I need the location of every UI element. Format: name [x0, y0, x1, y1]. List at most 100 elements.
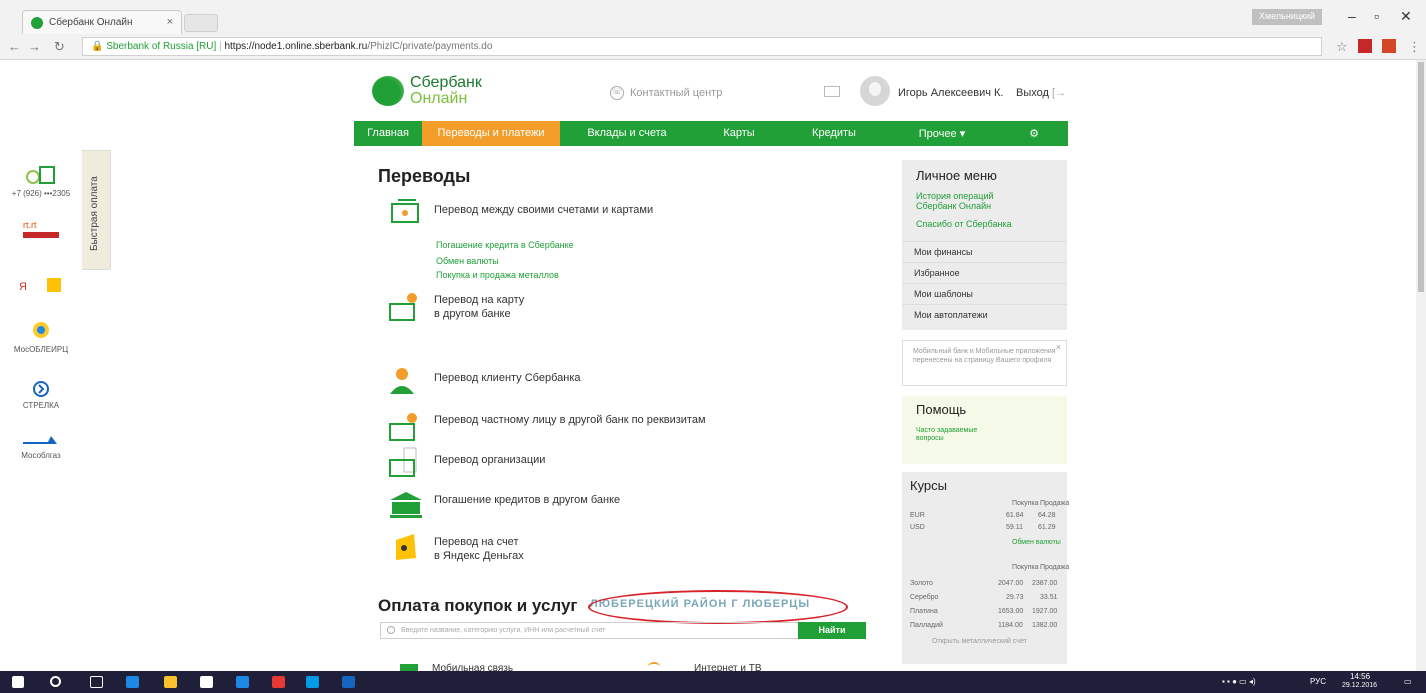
- card-other-bank-label-1: Перевод на карту: [434, 294, 525, 306]
- language-indicator[interactable]: РУС: [1310, 677, 1326, 686]
- metal-account-link[interactable]: Открыть металлический счет: [932, 638, 1027, 645]
- rates-col-buy: Покупка: [1012, 500, 1039, 507]
- notice-text: Мобильный банк и Мобильные приложения пе…: [913, 348, 1056, 364]
- quick-pay-strelka[interactable]: СТРЕЛКА: [0, 380, 82, 410]
- reload-icon[interactable]: ↻: [54, 39, 65, 55]
- metal-palladium-name: Палладий: [910, 622, 943, 629]
- contact-center-link[interactable]: ☏ Контактный центр: [610, 86, 722, 100]
- browser-tab[interactable]: Сбербанк Онлайн ×: [22, 10, 182, 34]
- notice-close-icon[interactable]: ×: [1056, 343, 1061, 352]
- scrollbar-thumb[interactable]: [1418, 62, 1424, 292]
- metal-silver-name: Серебро: [910, 594, 939, 601]
- menu-templates[interactable]: Мои шаблоны: [902, 283, 1067, 304]
- username[interactable]: Игорь Алексеевич К.: [898, 87, 1003, 99]
- url-input[interactable]: 🔒 Sberbank of Russia [RU] | https://node…: [82, 37, 1322, 56]
- tray-icons[interactable]: ▪ ▪ ● ▭ ◂): [1222, 677, 1256, 686]
- phone-icon: [26, 166, 55, 184]
- nav-deposits[interactable]: Вклады и счета: [560, 121, 694, 146]
- metal-silver-buy: 29.73: [1006, 594, 1024, 601]
- category-internet-tv[interactable]: Интернет и ТВ: [694, 663, 762, 671]
- extension-icon[interactable]: [1358, 39, 1372, 53]
- forward-icon[interactable]: →: [28, 39, 41, 54]
- minimize-icon[interactable]: –: [1348, 8, 1356, 24]
- quick-pay-rostelecom[interactable]: rt.rt: [0, 218, 82, 245]
- clock-time[interactable]: 14:56: [1350, 672, 1370, 681]
- sublink-metals[interactable]: Покупка и продажа металлов: [436, 270, 559, 280]
- transfers-title: Переводы: [378, 166, 471, 186]
- organization-icon: [389, 447, 417, 477]
- personal-menu-title: Личное меню: [916, 168, 997, 183]
- nav-credits[interactable]: Кредиты: [784, 121, 884, 146]
- quick-pay-phone-label: +7 (926) •••2305: [11, 189, 71, 198]
- skype-icon[interactable]: [306, 676, 319, 688]
- metal-palladium-sell: 1382.00: [1032, 622, 1058, 629]
- rates-title: Курсы: [910, 478, 948, 493]
- word-icon[interactable]: [342, 676, 355, 688]
- clock-date[interactable]: 29.12.2016: [1342, 682, 1377, 689]
- quick-pay-mosoblgaz[interactable]: Мособлгаз: [0, 432, 82, 460]
- search-button[interactable]: Найти: [798, 622, 866, 639]
- thanks-link[interactable]: Спасибо от Сбербанка: [902, 211, 1067, 241]
- maximize-icon[interactable]: ▫: [1374, 8, 1379, 24]
- sublink-currency-exchange[interactable]: Обмен валюты: [436, 256, 499, 266]
- history-link[interactable]: История операций Сбербанк Онлайн: [902, 189, 1067, 211]
- back-icon[interactable]: ←: [8, 39, 21, 54]
- logout-link[interactable]: Выход [→: [1016, 87, 1066, 99]
- nav-home[interactable]: Главная: [354, 121, 422, 146]
- metal-palladium-buy: 1184.00: [998, 622, 1023, 629]
- store-icon[interactable]: [200, 676, 213, 688]
- bank-building-icon: [390, 492, 422, 518]
- page-scrollbar[interactable]: [1416, 60, 1426, 671]
- quick-pay-phone[interactable]: +7 (926) •••2305: [0, 164, 82, 198]
- explorer-icon[interactable]: [164, 676, 177, 688]
- card-other-bank-label-2: в другом банке: [434, 308, 511, 320]
- extension-icon-2[interactable]: [1382, 39, 1396, 53]
- quick-pay-tab[interactable]: Быстрая оплата: [82, 150, 111, 270]
- sublink-loan-repayment[interactable]: Погашение кредита в Сбербанке: [436, 240, 574, 250]
- windows-start-icon[interactable]: [12, 676, 24, 688]
- nav-other[interactable]: Прочее ▾: [884, 121, 1000, 146]
- currency-exchange-link[interactable]: Обмен валюты: [1012, 538, 1061, 548]
- new-tab-button[interactable]: [184, 14, 218, 32]
- profile-button[interactable]: Хмельницкий: [1252, 9, 1322, 25]
- tab-close-icon[interactable]: ×: [167, 16, 173, 28]
- settings-gear-icon[interactable]: ⚙: [1000, 121, 1068, 146]
- strelka-icon: [33, 381, 49, 397]
- edge-icon[interactable]: [126, 676, 139, 688]
- bookmark-star-icon[interactable]: ☆: [1336, 39, 1350, 54]
- loan-other-bank-label: Погашение кредитов в другом банке: [434, 494, 621, 506]
- quick-pay-yandex[interactable]: Я: [0, 276, 82, 299]
- search-taskbar-icon[interactable]: [50, 676, 61, 687]
- person-other-bank-icon: [389, 413, 417, 441]
- avatar[interactable]: [860, 76, 890, 106]
- mail-icon[interactable]: [824, 86, 840, 97]
- task-view-icon[interactable]: [90, 676, 103, 688]
- metal-platinum-buy: 1653.00: [998, 608, 1024, 615]
- mail-app-icon[interactable]: [236, 676, 249, 688]
- rate-usd-name: USD: [910, 524, 925, 531]
- menu-my-finances[interactable]: Мои финансы: [902, 241, 1067, 262]
- help-title: Помощь: [916, 402, 967, 417]
- quick-pay-mosoblerc[interactable]: МосОБЛЕИРЦ: [0, 318, 82, 354]
- rates-col-sell: Продажа: [1040, 500, 1070, 507]
- category-mobile[interactable]: Мобильная связь: [432, 663, 513, 671]
- organization-label: Перевод организации: [434, 454, 546, 466]
- history-label-2: Сбербанк Онлайн: [916, 201, 992, 211]
- notifications-icon[interactable]: ▭: [1404, 677, 1412, 686]
- menu-favorites[interactable]: Избранное: [902, 262, 1067, 283]
- logo-line2: Онлайн: [410, 90, 468, 107]
- nav-cards[interactable]: Карты: [694, 121, 784, 146]
- menu-autopayments[interactable]: Мои автоплатежи: [902, 304, 1067, 325]
- nav-transfers-payments[interactable]: Переводы и платежи: [422, 121, 560, 146]
- sberbank-logo-icon: [372, 76, 404, 106]
- sber-client-icon: [390, 368, 414, 394]
- browser-tabstrip: Сбербанк Онлайн × Хмельницкий – ▫ ✕: [0, 0, 1426, 34]
- chrome-taskbar-icon[interactable]: [272, 676, 285, 688]
- close-window-icon[interactable]: ✕: [1400, 8, 1412, 25]
- menu-icon[interactable]: ⋮: [1408, 39, 1422, 54]
- metal-gold-name: Золото: [910, 580, 933, 587]
- rostelecom-icon: rt.rt: [23, 220, 59, 238]
- history-label-1: История операций: [916, 191, 994, 201]
- payment-search-input[interactable]: Введите название, категорию услуги, ИНН …: [380, 622, 800, 639]
- faq-link[interactable]: Часто задаваемые вопросы: [916, 427, 1053, 443]
